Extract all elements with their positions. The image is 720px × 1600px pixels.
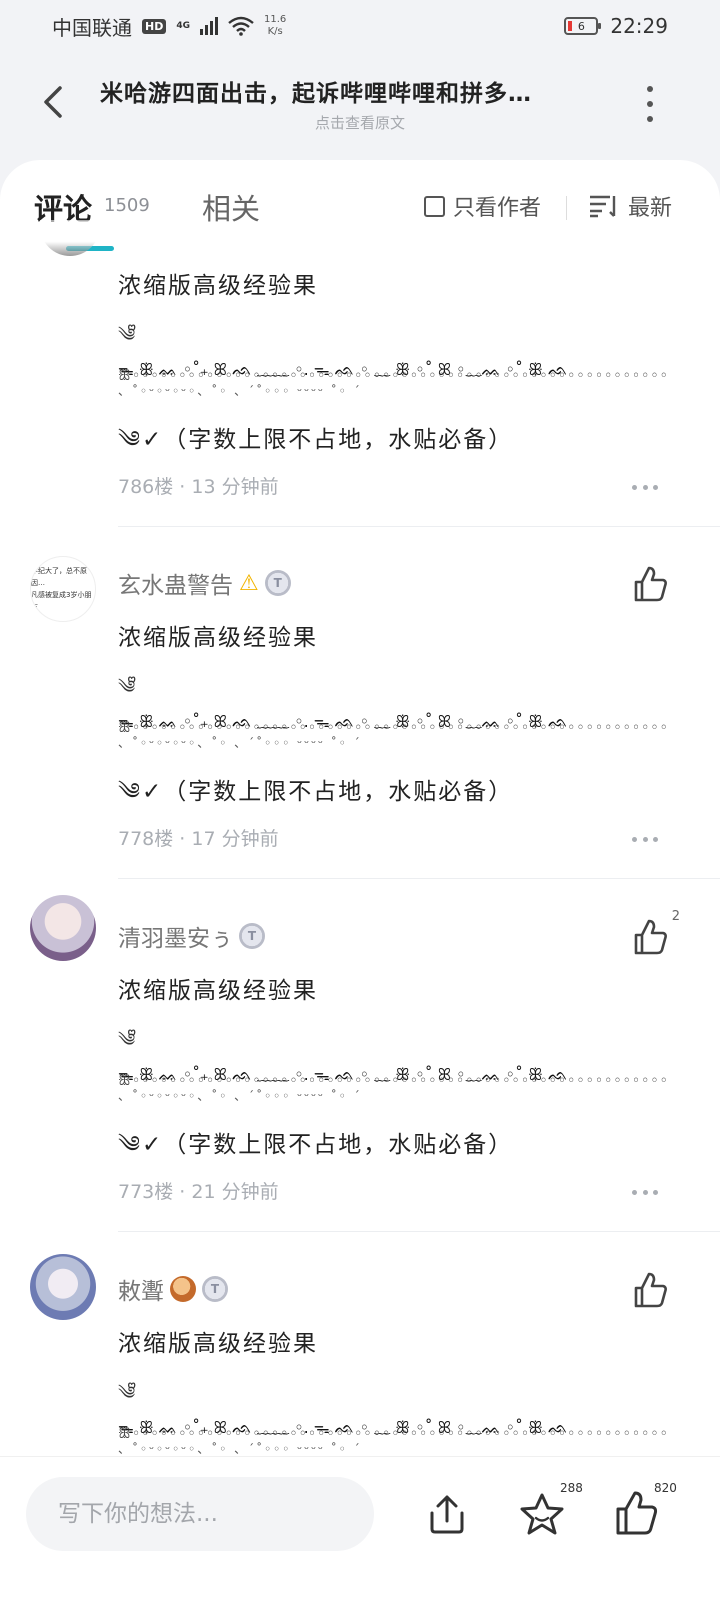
comment-text: ༄✓（字数上限不占地，水贴必备） (118, 427, 514, 453)
article-title[interactable]: 米哈游四面出击，起诉哔哩哔哩和拼多… (100, 74, 600, 108)
comment-more-button[interactable] (632, 1187, 658, 1197)
like-icon[interactable] (612, 1489, 660, 1537)
comment-text: 浓缩版高级经验果 (118, 1331, 318, 1357)
like-icon[interactable] (630, 917, 670, 957)
comments-count: 1509 (104, 195, 150, 216)
dot-icon (647, 101, 653, 107)
floor-number: 778楼 (118, 828, 174, 850)
level-badge-icon: T (202, 1276, 228, 1302)
dot-icon (647, 86, 653, 92)
character-emoji-icon (170, 1276, 196, 1302)
comment-more-button[interactable] (632, 834, 658, 844)
battery-level: 6 (577, 19, 585, 33)
comment-meta: 786楼 · 13 分钟前 (118, 476, 279, 498)
comment-decoration: ᯓ ꕥ ᨐ ◦˚₊ ꕤ ᨒ ﹏﹏ ◦. ᯓ ᨒ ◦ ﹏ ꕥ ◦˚ ꕤ ◦﹏ᨐ ◦… (118, 360, 669, 398)
comments-sheet: 评论 1509 相关 只看作者 最新 浓缩版高级经验果 ༄ᩚ ᯓ ꕥ ᨐ ◦˚₊… (0, 160, 720, 1600)
like-icon[interactable] (630, 564, 670, 604)
star-icon[interactable] (518, 1491, 566, 1539)
comment-text: 浓缩版高级经验果 (118, 273, 318, 299)
avatar[interactable] (30, 1254, 96, 1320)
network-speed: 11.6 K/s (264, 14, 287, 37)
comment-more-button[interactable] (632, 482, 658, 492)
comment-decoration: ᯓ ꕥ ᨐ ◦˚₊ ꕤ ᨒ ﹏﹏ ◦. ᯓ ᨒ ◦ ﹏ ꕥ ◦˚ ꕤ ◦﹏ᨐ ◦… (118, 1418, 669, 1456)
status-bar: 中国联通 HD 4G 11.6 K/s 6 22:29 (0, 0, 720, 52)
warning-emoji-icon: ⚠ (239, 570, 259, 596)
author-only-toggle[interactable]: 只看作者 (424, 190, 541, 222)
comment-input-container[interactable] (26, 1477, 374, 1551)
divider (118, 526, 720, 527)
comment-input[interactable] (26, 1477, 374, 1551)
status-right: 6 22:29 (564, 14, 668, 38)
favorite-count: 288 (560, 1481, 583, 1495)
battery-icon: 6 (564, 17, 602, 35)
title-bar: 米哈游四面出击，起诉哔哩哔哩和拼多… 点击查看原文 (0, 60, 720, 150)
comment-text: 浓缩版高级经验果 (118, 625, 318, 651)
tabs-bar: 评论 1509 相关 只看作者 最新 (0, 160, 720, 251)
more-options-button[interactable] (644, 86, 656, 122)
wifi-icon (228, 16, 254, 36)
checkbox-icon[interactable] (424, 195, 445, 217)
sort-button[interactable]: 最新 (588, 190, 672, 222)
hd-badge: HD (142, 18, 167, 34)
status-left: 中国联通 HD 4G 11.6 K/s (52, 12, 286, 41)
like-count: 820 (654, 1481, 677, 1495)
comment-meta: 773楼 · 21 分钟前 (118, 1181, 279, 1203)
avatar[interactable] (30, 895, 96, 961)
tab-related[interactable]: 相关 (202, 186, 260, 228)
divider (118, 1231, 720, 1232)
comment-username[interactable]: 敕聻 T (118, 1272, 228, 1306)
divider (118, 878, 720, 879)
author-only-label: 只看作者 (453, 196, 542, 221)
comment-text: ༄✓（字数上限不占地，水贴必备） (118, 779, 514, 805)
comment-text: ༄✓（字数上限不占地，水贴必备） (118, 1132, 514, 1158)
comment-username[interactable]: 清羽墨安ぅ T (118, 919, 265, 953)
like-count: 2 (671, 909, 680, 924)
like-icon[interactable] (630, 1270, 670, 1310)
comment-text: 浓缩版高级经验果 (118, 978, 318, 1004)
floor-number: 773楼 (118, 1181, 174, 1203)
sort-label: 最新 (628, 196, 673, 221)
comment-time: 13 分钟前 (191, 476, 279, 498)
share-icon[interactable] (424, 1491, 470, 1537)
bottom-action-bar: 288 820 (0, 1456, 720, 1600)
network-type: 4G (176, 20, 190, 31)
sort-icon (590, 195, 616, 218)
dot-icon (647, 116, 653, 122)
comment-meta: 778楼 · 17 分钟前 (118, 828, 279, 850)
avatar[interactable]: 年纪大了，总不原因… 凡感被复成3岁小朋友 (30, 556, 96, 622)
view-original-link[interactable]: 点击查看原文 (0, 112, 720, 133)
comment-username[interactable]: 玄水蛊警告 ⚠ T (118, 566, 291, 600)
carrier-name: 中国联通 (52, 15, 132, 40)
level-badge-icon: T (264, 570, 291, 596)
comment-decoration: ᯓ ꕥ ᨐ ◦˚₊ ꕤ ᨒ ﹏﹏ ◦. ᯓ ᨒ ◦ ﹏ ꕥ ◦˚ ꕤ ◦﹏ᨐ ◦… (118, 712, 669, 750)
comment-decoration: ᯓ ꕥ ᨐ ◦˚₊ ꕤ ᨒ ﹏﹏ ◦. ᯓ ᨒ ◦ ﹏ ꕥ ◦˚ ꕤ ◦﹏ᨐ ◦… (118, 1065, 669, 1103)
comment-time: 17 分钟前 (191, 828, 279, 850)
floor-number: 786楼 (118, 476, 174, 498)
level-badge-icon: T (239, 923, 265, 949)
clock: 22:29 (610, 14, 668, 38)
comment-time: 21 分钟前 (191, 1181, 279, 1203)
signal-icon (200, 17, 218, 35)
divider (566, 196, 567, 220)
